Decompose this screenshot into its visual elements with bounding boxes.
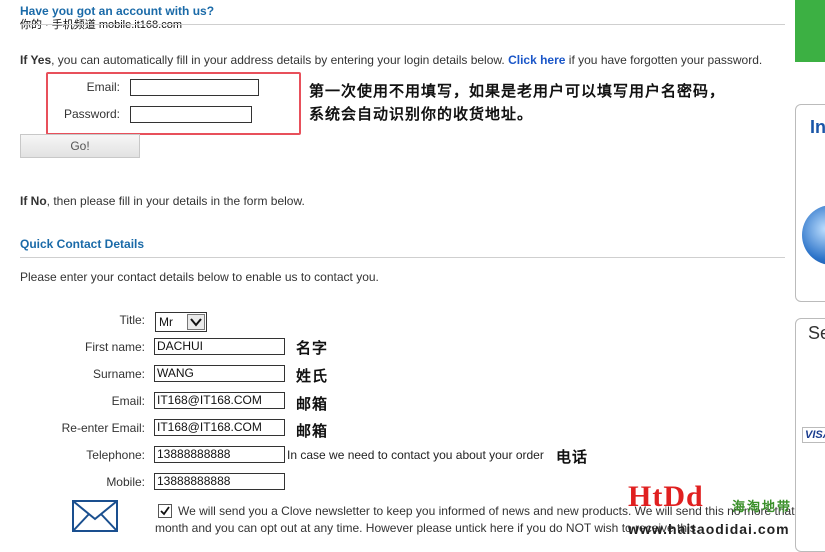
email-label: Email: [111,394,145,408]
divider [20,24,785,25]
divider [20,257,785,258]
firstname-label: First name: [84,340,145,354]
reemail-field[interactable]: IT168@IT168.COM [154,419,285,436]
if-yes-text: , you can automatically fill in your add… [51,53,505,67]
title-label: Title: [119,313,145,327]
title-select-value: Mr [159,315,173,329]
login-password-label: Password: [63,107,120,121]
sidebar-partial-title: In [810,117,825,137]
contact-intro: Please enter your contact details below … [20,270,379,284]
reemail-label: Re-enter Email: [61,421,145,435]
sidebar-green-banner [795,0,825,62]
checkmark-icon [160,506,170,516]
surname-input[interactable]: WANG [154,365,285,382]
email-field[interactable]: IT168@IT168.COM [154,392,285,409]
surname-note: 姓氏 [296,367,329,385]
telephone-note: 电话 [556,448,589,466]
forgot-password-link[interactable]: Click here [508,53,565,67]
sidebar-panel-bottom: Se VISA [795,318,825,552]
title-select[interactable]: Mr [155,312,207,332]
surname-label: Surname: [92,367,145,381]
newsletter-checkbox[interactable] [158,504,172,518]
login-email-input[interactable] [130,79,259,96]
logo-url: www.haitaodidai.com [628,521,790,537]
reemail-note: 邮箱 [296,422,329,440]
go-button[interactable]: Go! [20,134,140,158]
if-no-line: If No, then please fill in your details … [20,194,305,208]
contact-heading: Quick Contact Details [20,237,145,251]
telephone-hint: In case we need to contact you about you… [287,448,544,462]
if-no-bold: If No [20,194,47,208]
login-password-input[interactable] [130,106,252,123]
chevron-down-icon [187,314,205,330]
newsletter-text-line2: month and you can opt out at any time. H… [155,521,700,535]
firstname-note: 名字 [296,339,329,357]
newsletter-text-line1: We will send you a Clove newsletter to k… [178,504,825,518]
annotation-text-line2: 系统会自动识别你的收货地址。 [309,105,534,123]
email-note: 邮箱 [296,395,329,413]
mobile-input[interactable]: 13888888888 [154,473,285,490]
visa-logo: VISA [802,427,825,443]
globe-icon [802,205,825,265]
annotation-text-line1: 第一次使用不用填写，如果是老用户可以填写用户名密码， [309,82,726,100]
login-email-label: Email: [86,80,120,94]
htdd-logo: HtDd [628,480,704,513]
if-yes-bold: If Yes [20,53,52,67]
if-yes-line: If Yes, you can automatically fill in yo… [20,53,762,67]
mobile-label: Mobile: [106,475,145,489]
telephone-label: Telephone: [86,448,145,462]
sidebar-panel-top: In [795,104,825,302]
forgot-text: if you have forgotten your password. [568,53,763,67]
if-no-text: , then please fill in your details in th… [46,194,305,208]
account-heading: Have you got an account with us? [20,4,215,18]
envelope-icon [72,500,118,535]
firstname-input[interactable]: DACHUI [154,338,285,355]
logo-chinese: 海淘地带 [732,500,793,515]
sidebar-partial-se: Se [808,323,825,343]
telephone-input[interactable]: 13888888888 [154,446,285,463]
